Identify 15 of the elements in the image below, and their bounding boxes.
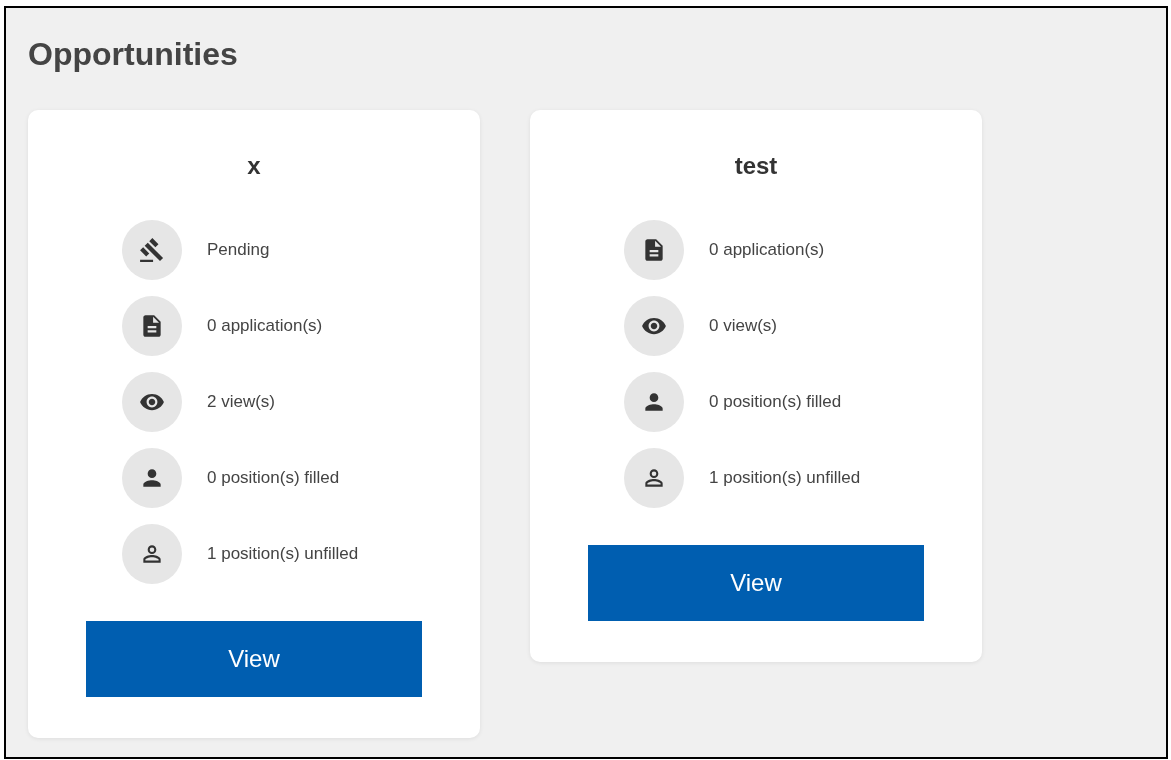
view-button[interactable]: View — [86, 621, 422, 697]
stat-text: 0 position(s) filled — [709, 391, 842, 414]
card-title: test — [733, 151, 779, 181]
stat-text: 0 application(s) — [207, 315, 323, 338]
gavel-icon — [139, 237, 165, 263]
stat-text: 0 view(s) — [709, 315, 777, 338]
stat-text: 1 position(s) unfilled — [207, 543, 359, 566]
stat-text: 0 position(s) filled — [207, 467, 340, 490]
card-title: x — [246, 151, 262, 181]
page-title: Opportunities — [28, 35, 239, 73]
stat-text: 1 position(s) unfilled — [709, 467, 861, 490]
stat-text: 2 view(s) — [207, 391, 275, 414]
view-button[interactable]: View — [588, 545, 924, 621]
stat-text: Pending — [207, 239, 270, 262]
stat-text: 0 application(s) — [709, 239, 825, 262]
